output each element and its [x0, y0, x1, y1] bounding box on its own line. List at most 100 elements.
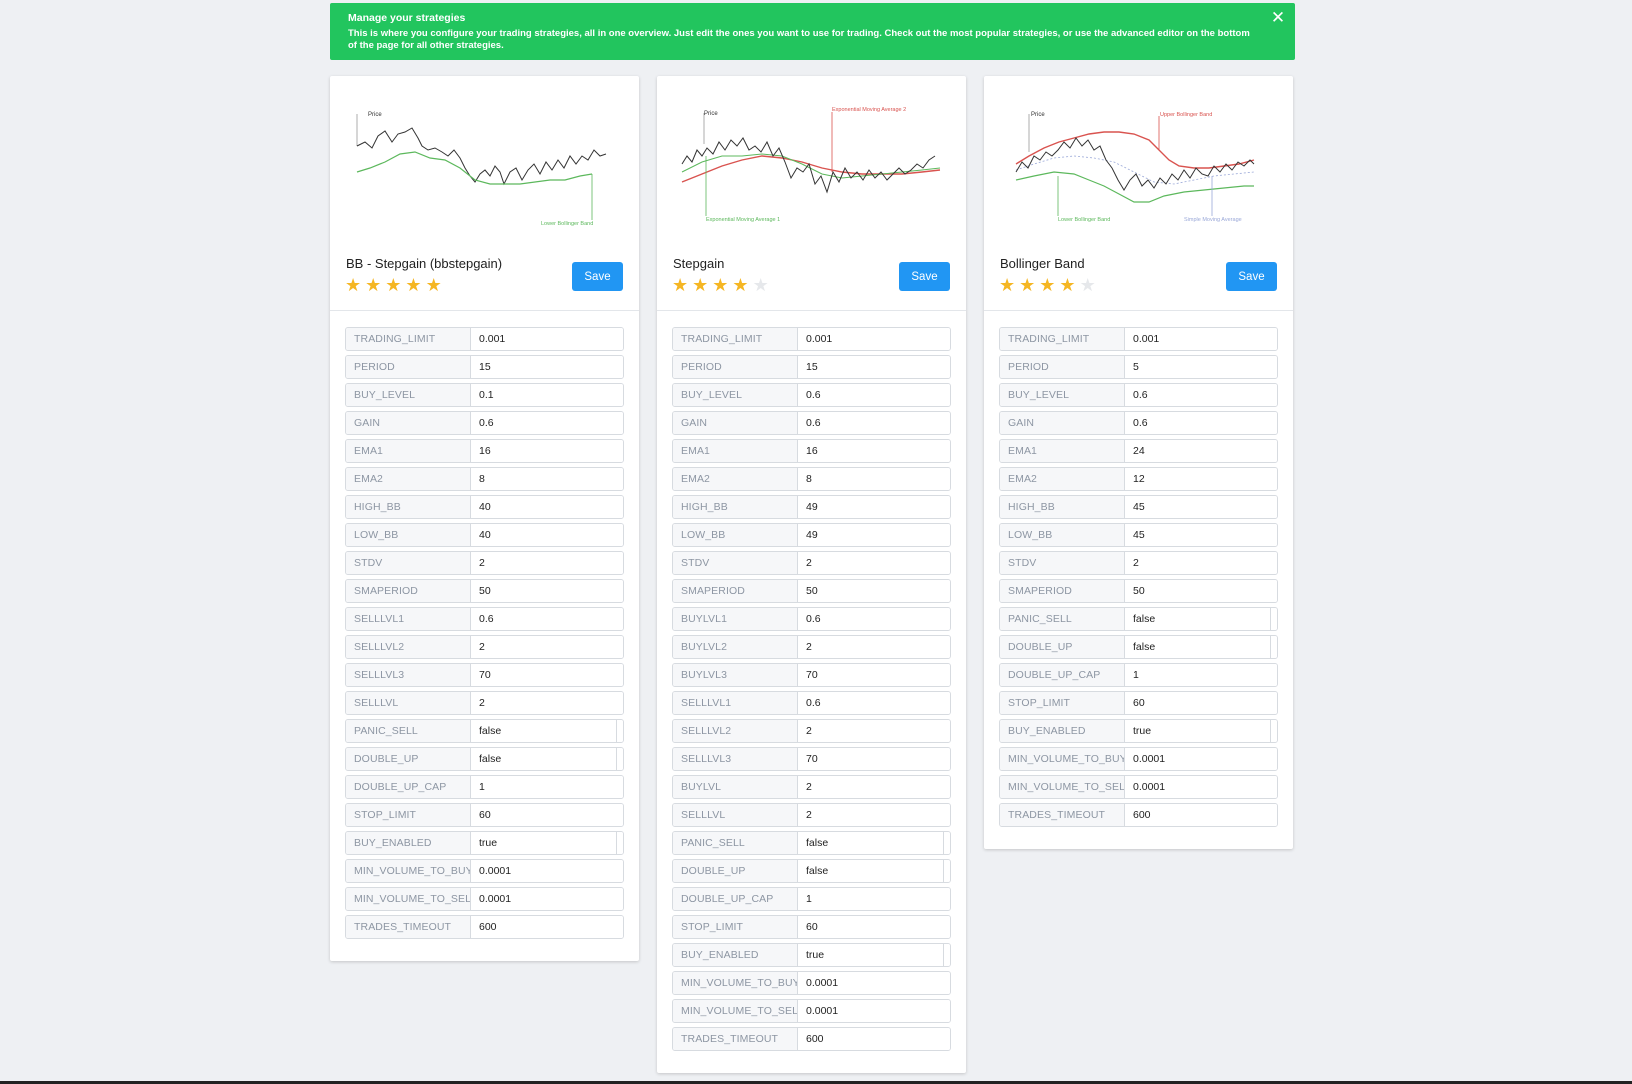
param-input[interactable]: [798, 748, 950, 770]
param-input[interactable]: [798, 1028, 950, 1050]
param-label: DOUBLE_UP_CAP: [346, 776, 471, 798]
star-icon[interactable]: ★: [712, 276, 728, 294]
param-input[interactable]: [798, 804, 950, 826]
close-icon[interactable]: ✕: [1269, 9, 1287, 27]
param-input[interactable]: [1125, 412, 1277, 434]
param-input[interactable]: [471, 412, 623, 434]
param-input[interactable]: [798, 356, 950, 378]
param-label: TRADING_LIMIT: [346, 328, 471, 350]
param-input[interactable]: [1125, 328, 1277, 350]
param-row-period: PERIOD: [672, 355, 951, 379]
param-input[interactable]: [798, 776, 950, 798]
strategy-card-stepgain: Price Exponential Moving Average 2 Expon…: [657, 76, 966, 1073]
star-icon[interactable]: ★: [405, 276, 421, 294]
star-icon[interactable]: ★: [385, 276, 401, 294]
param-input[interactable]: [798, 384, 950, 406]
param-input[interactable]: [471, 580, 623, 602]
param-input[interactable]: [798, 328, 950, 350]
param-input[interactable]: [471, 832, 616, 854]
param-input[interactable]: [1125, 720, 1270, 742]
param-input[interactable]: [471, 692, 623, 714]
save-button[interactable]: Save: [1226, 262, 1277, 291]
param-input[interactable]: [1125, 692, 1277, 714]
info-alert: Manage your strategies This is where you…: [330, 3, 1295, 60]
param-input[interactable]: [798, 636, 950, 658]
param-input[interactable]: [471, 524, 623, 546]
param-input[interactable]: [798, 468, 950, 490]
param-input[interactable]: [471, 720, 616, 742]
param-input[interactable]: [1125, 440, 1277, 462]
param-input[interactable]: [798, 608, 950, 630]
param-input[interactable]: [471, 776, 623, 798]
param-input[interactable]: [471, 608, 623, 630]
param-input[interactable]: [798, 944, 943, 966]
param-input[interactable]: [1125, 748, 1277, 770]
param-input[interactable]: [1125, 496, 1277, 518]
star-icon[interactable]: ★: [672, 276, 688, 294]
save-button[interactable]: Save: [572, 262, 623, 291]
param-input[interactable]: [798, 496, 950, 518]
star-icon[interactable]: ★: [426, 276, 442, 294]
param-input[interactable]: [798, 552, 950, 574]
param-input[interactable]: [798, 524, 950, 546]
param-row-trades-timeout: TRADES_TIMEOUT: [672, 1027, 951, 1051]
param-row-min-volume-to-sell: MIN_VOLUME_TO_SELL: [999, 775, 1278, 799]
param-input[interactable]: [798, 720, 950, 742]
param-input[interactable]: [1125, 552, 1277, 574]
rating-stars: ★ ★ ★ ★ ★: [672, 276, 769, 294]
param-input[interactable]: [471, 888, 623, 910]
star-icon[interactable]: ★: [365, 276, 381, 294]
param-input[interactable]: [1125, 776, 1277, 798]
param-input[interactable]: [471, 916, 623, 938]
param-label: BUY_ENABLED: [346, 832, 471, 854]
star-icon[interactable]: ★: [753, 276, 769, 294]
param-row-double-up-cap: DOUBLE_UP_CAP: [999, 663, 1278, 687]
param-input[interactable]: [471, 748, 616, 770]
param-input[interactable]: [798, 916, 950, 938]
star-icon[interactable]: ★: [692, 276, 708, 294]
param-input[interactable]: [471, 860, 623, 882]
param-input[interactable]: [798, 832, 943, 854]
save-button[interactable]: Save: [899, 262, 950, 291]
param-input[interactable]: [798, 580, 950, 602]
param-row-high-bb: HIGH_BB: [345, 495, 624, 519]
star-icon[interactable]: ★: [999, 276, 1015, 294]
param-input[interactable]: [471, 496, 623, 518]
star-icon[interactable]: ★: [345, 276, 361, 294]
param-input[interactable]: [471, 328, 623, 350]
param-input[interactable]: [1125, 608, 1270, 630]
param-input[interactable]: [471, 804, 623, 826]
param-input[interactable]: [1125, 804, 1277, 826]
param-input[interactable]: [1125, 636, 1270, 658]
param-input[interactable]: [471, 384, 623, 406]
param-input[interactable]: [798, 888, 950, 910]
param-input[interactable]: [798, 972, 950, 994]
star-icon[interactable]: ★: [732, 276, 748, 294]
star-icon[interactable]: ★: [1080, 276, 1096, 294]
star-icon[interactable]: ★: [1019, 276, 1035, 294]
param-row-buylvl2: BUYLVL2: [672, 635, 951, 659]
param-input[interactable]: [1125, 580, 1277, 602]
param-input[interactable]: [798, 440, 950, 462]
param-input[interactable]: [471, 468, 623, 490]
star-icon[interactable]: ★: [1059, 276, 1075, 294]
param-input[interactable]: [471, 636, 623, 658]
param-input[interactable]: [798, 860, 943, 882]
param-input[interactable]: [1125, 664, 1277, 686]
star-icon[interactable]: ★: [1039, 276, 1055, 294]
param-input[interactable]: [471, 440, 623, 462]
param-input[interactable]: [798, 664, 950, 686]
param-input[interactable]: [471, 552, 623, 574]
param-input[interactable]: [471, 664, 623, 686]
param-input[interactable]: [798, 1000, 950, 1022]
param-row-selllvl1: SELLLVL1: [345, 607, 624, 631]
param-input[interactable]: [1125, 468, 1277, 490]
param-input[interactable]: [1125, 356, 1277, 378]
param-input[interactable]: [798, 412, 950, 434]
param-input[interactable]: [798, 692, 950, 714]
param-input[interactable]: [471, 356, 623, 378]
param-input[interactable]: [1125, 384, 1277, 406]
param-label: HIGH_BB: [346, 496, 471, 518]
param-input[interactable]: [1125, 524, 1277, 546]
toggle-cell: OFF: [616, 720, 623, 742]
